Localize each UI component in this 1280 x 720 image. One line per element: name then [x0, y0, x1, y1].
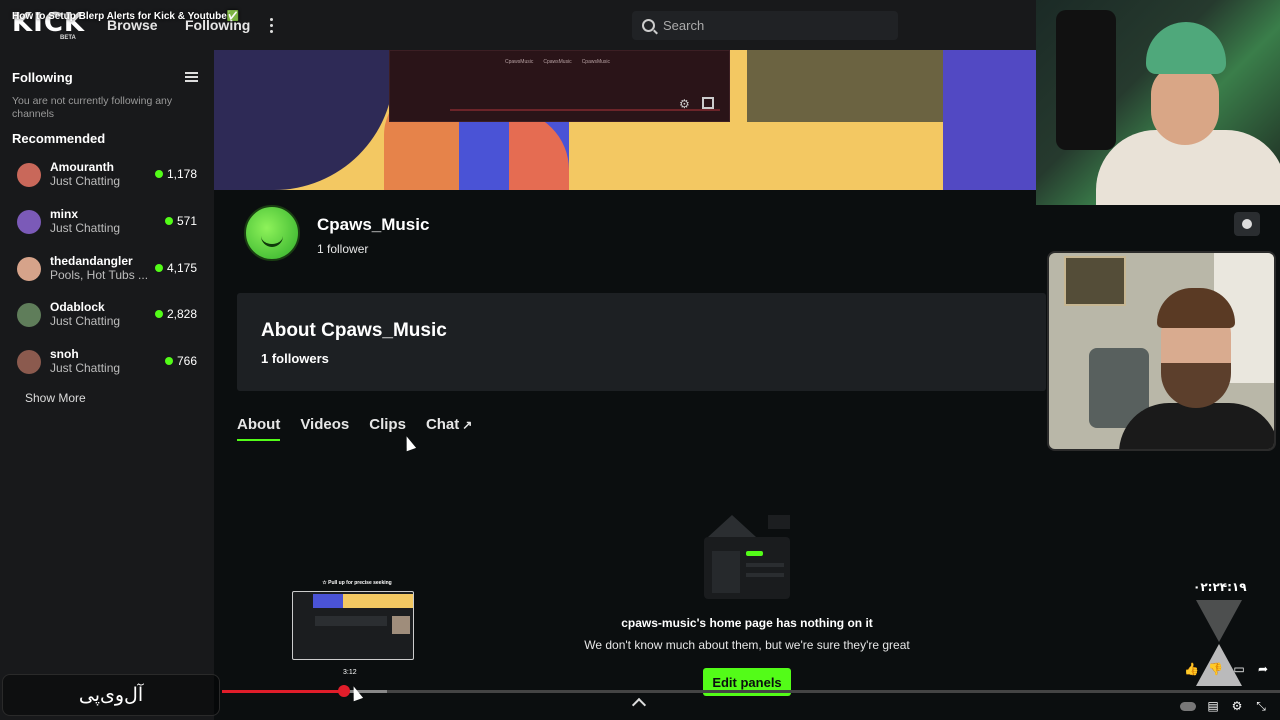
more-menu-icon[interactable] [264, 15, 278, 35]
like-icon[interactable]: 👍 [1184, 662, 1199, 676]
following-heading: Following [12, 70, 73, 85]
avatar [17, 350, 41, 374]
sidebar-channel-snoh[interactable]: snoh Just Chatting 766 [0, 347, 214, 387]
channel-category: Just Chatting [50, 361, 121, 375]
sidebar-channel-minx[interactable]: minx Just Chatting 571 [0, 207, 214, 247]
viewer-count: 571 [164, 214, 197, 228]
channel-name: Amouranth [50, 160, 114, 174]
about-card: About Cpaws_Music 1 followers [237, 293, 1046, 391]
chevron-up-icon[interactable] [631, 697, 647, 713]
sidebar-channel-odablock[interactable]: Odablock Just Chatting 2,828 [0, 300, 214, 340]
channel-name: thedandangler [50, 254, 133, 268]
seek-time: 3:12 [343, 669, 357, 676]
video-progress-fill [222, 690, 344, 693]
channel-category: Just Chatting [50, 314, 121, 328]
nav-following-link[interactable]: Following [185, 17, 250, 33]
settings-gear-icon[interactable]: ⚙ [1230, 699, 1244, 713]
fullscreen-icon [702, 97, 714, 109]
channel-category: Pools, Hot Tubs ... [50, 268, 149, 282]
channel-banner: CpawsMusic CpawsMusic CpawsMusic ⚙ [214, 50, 1036, 190]
banner-embedded-screen: CpawsMusic CpawsMusic CpawsMusic ⚙ [389, 50, 730, 122]
video-progress-handle[interactable] [338, 685, 350, 697]
show-more-button[interactable]: Show More [25, 391, 86, 405]
about-follower-count: 1 followers [261, 351, 329, 366]
user-icon [1242, 219, 1252, 229]
sidebar-channel-amouranth[interactable]: Amouranth Just Chatting 1,178 [0, 160, 214, 200]
tab-chat[interactable]: Chat ↗ [426, 416, 472, 441]
live-dot-icon [164, 357, 173, 365]
video-actions: 👍 👎 ▭ ➦ [1184, 662, 1270, 676]
screen: KICK BETA How to Setup Blerp Alerts for … [0, 0, 1280, 720]
external-link-icon: ↗ [462, 418, 473, 432]
overlay-clock: ۰۲:۲۴:۱۹ [1193, 580, 1247, 594]
empty-state-illustration [702, 515, 792, 600]
webcam-overlay-top [1036, 0, 1280, 205]
follower-count: 1 follower [317, 242, 369, 256]
banner-shape [943, 50, 1036, 190]
empty-state-subtitle: We don't know much about them, but we're… [584, 638, 910, 652]
channel-avatar [244, 205, 300, 261]
banner-shape [214, 50, 394, 190]
seek-hint: ☆ Pull up for precise seeking [322, 580, 392, 586]
player-controls: ▤ ⚙ ⤡ [1180, 699, 1268, 713]
viewer-count: 2,828 [154, 307, 197, 321]
gear-icon: ⚙ [679, 97, 690, 111]
live-dot-icon [154, 170, 163, 178]
nav-browse-link[interactable]: Browse [107, 17, 158, 33]
viewer-count: 766 [164, 354, 197, 368]
autoplay-toggle[interactable] [1180, 702, 1196, 711]
banner-social-links: CpawsMusic CpawsMusic CpawsMusic [505, 59, 611, 65]
search-input[interactable] [663, 18, 883, 33]
channel-category: Just Chatting [50, 174, 121, 188]
viewer-count: 1,178 [154, 167, 197, 181]
live-dot-icon [164, 217, 173, 225]
hourglass-icon [1196, 600, 1242, 690]
collapse-sidebar-icon[interactable] [185, 72, 198, 82]
channel-name-heading: Cpaws_Music [317, 215, 430, 234]
seek-preview-thumbnail [292, 591, 414, 660]
beta-badge: BETA [60, 35, 76, 41]
live-dot-icon [154, 310, 163, 318]
banner-shape [747, 50, 943, 122]
channel-tabs: About Videos Clips Chat ↗ [237, 416, 472, 441]
channel-name: minx [50, 207, 79, 221]
recommended-heading: Recommended [12, 131, 106, 146]
viewer-count: 4,175 [154, 261, 197, 275]
captions-icon[interactable]: ▤ [1206, 699, 1220, 713]
live-dot-icon [154, 264, 163, 272]
tab-about[interactable]: About [237, 416, 281, 441]
search-box[interactable] [632, 11, 898, 40]
comment-icon[interactable]: ▭ [1232, 662, 1246, 676]
dislike-icon[interactable]: 👎 [1208, 662, 1223, 676]
about-title: About Cpaws_Music [261, 320, 447, 341]
search-icon [642, 19, 655, 32]
tab-clips[interactable]: Clips [369, 416, 406, 441]
avatar [17, 210, 41, 234]
tab-videos[interactable]: Videos [300, 416, 349, 441]
channel-category: Just Chatting [50, 221, 121, 235]
webcam-overlay-secondary [1047, 251, 1276, 451]
channel-name: snoh [50, 347, 79, 361]
watermark-logo: آل‌وی‌پی [2, 674, 220, 716]
channel-name: Odablock [50, 300, 105, 314]
sidebar-channel-thedandangler[interactable]: thedandangler Pools, Hot Tubs ... 4,175 [0, 254, 214, 294]
mouse-cursor-icon [348, 684, 364, 702]
avatar [17, 257, 41, 281]
exit-fullscreen-icon[interactable]: ⤡ [1254, 699, 1268, 713]
top-nav: KICK BETA How to Setup Blerp Alerts for … [0, 0, 1036, 50]
avatar [17, 163, 41, 187]
empty-state-title: cpaws-music's home page has nothing on i… [621, 616, 873, 630]
share-icon[interactable]: ➦ [1256, 662, 1270, 676]
avatar [17, 303, 41, 327]
following-empty-text: You are not currently following any chan… [12, 95, 173, 120]
follow-user-button[interactable] [1234, 212, 1260, 236]
